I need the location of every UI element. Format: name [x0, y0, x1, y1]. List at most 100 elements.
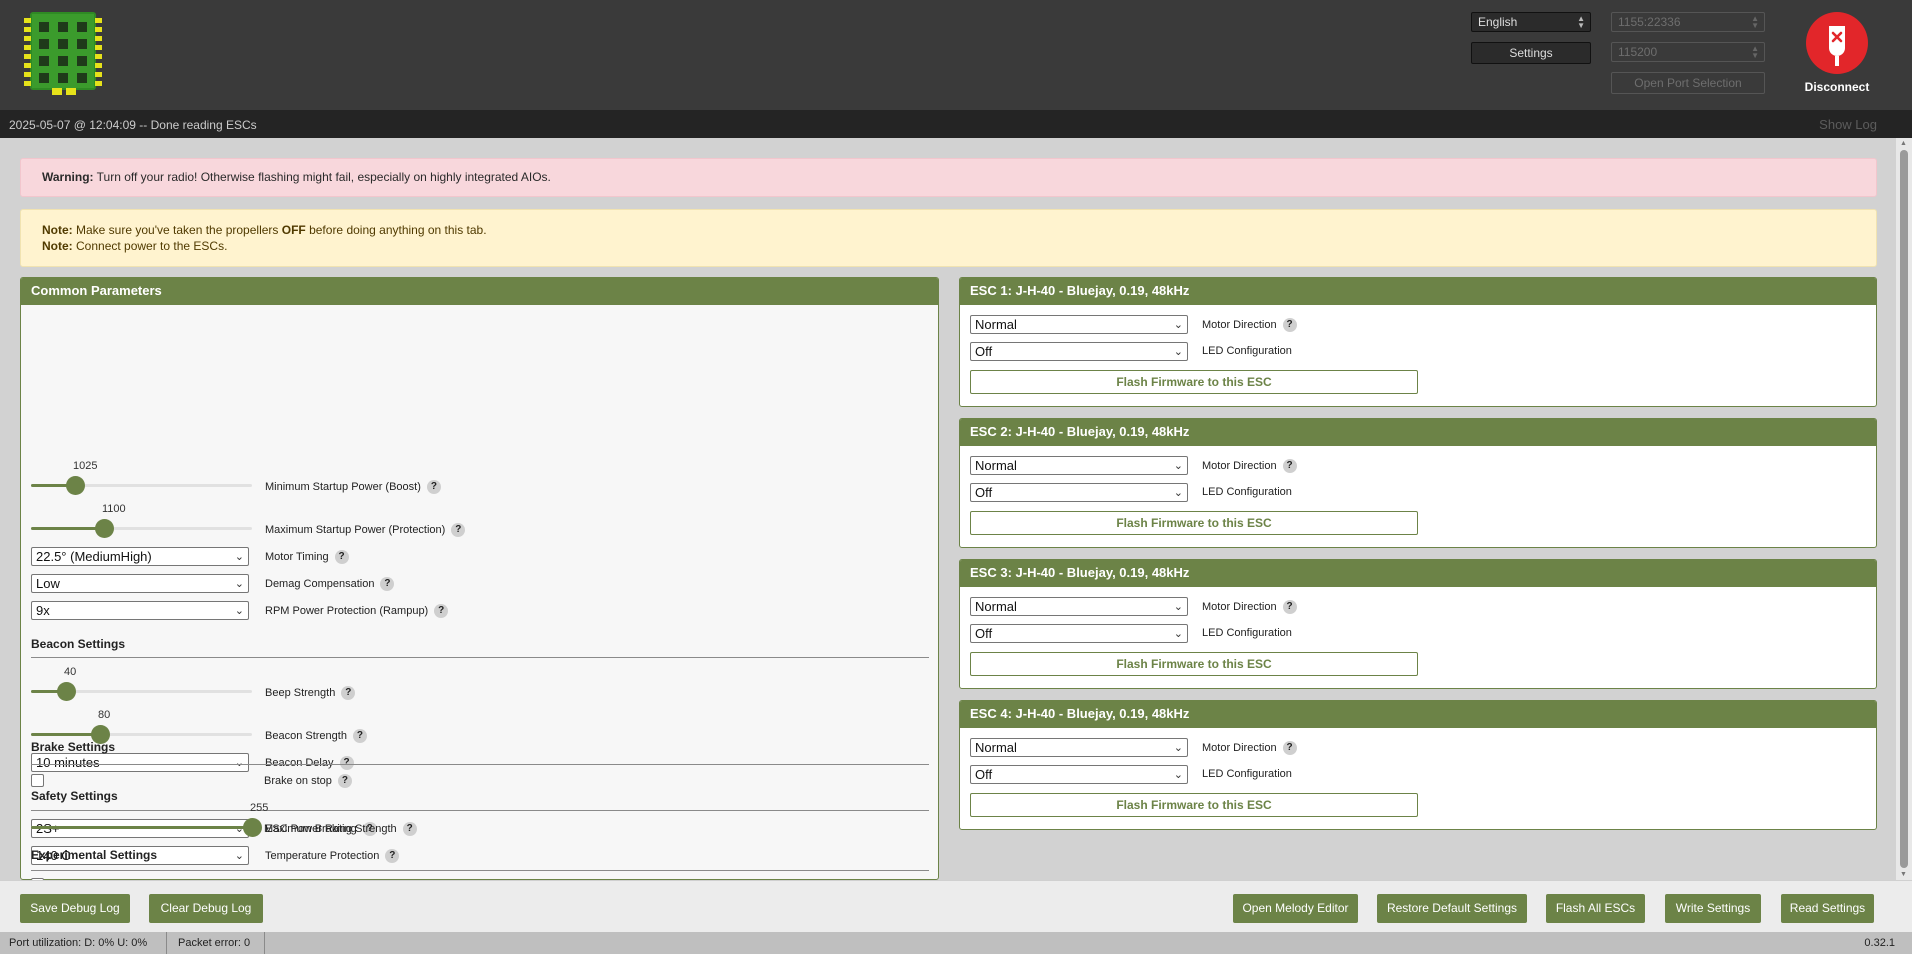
chevron-down-icon: ⌄ — [1173, 460, 1183, 472]
port-utilization: Port utilization: D: 0% U: 0% — [9, 937, 148, 949]
status-bar: 2025-05-07 @ 12:04:09 -- Done reading ES… — [0, 110, 1912, 138]
note-banner: Note: Make sure you've taken the propell… — [20, 209, 1877, 267]
footer-status: Port utilization: D: 0% U: 0% Packet err… — [0, 932, 1912, 954]
label-text: Motor Direction — [1202, 459, 1277, 472]
chevron-down-icon: ⌄ — [1173, 769, 1183, 781]
label-text: Beep Strength — [265, 686, 336, 699]
scroll-down-icon[interactable]: ▼ — [1900, 871, 1907, 878]
language-select[interactable]: English ▲ ▼ — [1471, 12, 1591, 32]
help-icon[interactable]: ? — [337, 774, 352, 788]
esc-title: ESC 1: J-H-40 - Bluejay, 0.19, 48kHz — [960, 278, 1876, 305]
led-configuration-select[interactable]: Off ⌄ — [970, 765, 1188, 784]
app-version: 0.32.1 — [1864, 937, 1895, 949]
slider-fill — [31, 527, 104, 530]
usb-disconnect-icon — [1829, 26, 1845, 66]
flash-esc-firmware-button[interactable]: Flash Firmware to this ESC — [970, 370, 1418, 394]
select-value: Low — [36, 576, 60, 591]
help-icon[interactable]: ? — [426, 480, 441, 494]
section-divider — [31, 764, 929, 765]
slider-thumb[interactable] — [95, 519, 114, 538]
motor-direction-select[interactable]: Normal ⌄ — [970, 315, 1188, 334]
help-icon[interactable]: ? — [434, 604, 449, 618]
panel-title: Common Parameters — [21, 278, 938, 305]
help-icon[interactable]: ? — [451, 523, 466, 537]
select-value: Off — [975, 344, 993, 359]
slider-thumb[interactable] — [57, 682, 76, 701]
motor-direction-select[interactable]: Normal ⌄ — [970, 456, 1188, 475]
select-value: Normal — [975, 740, 1017, 755]
language-select-value: English — [1478, 15, 1518, 29]
flash-esc-firmware-button[interactable]: Flash Firmware to this ESC — [970, 793, 1418, 817]
label-text: Motor Direction — [1202, 600, 1277, 613]
help-icon[interactable]: ? — [1282, 318, 1297, 332]
demag-compensation-select[interactable]: Low ⌄ — [31, 574, 249, 593]
clear-debug-log-button[interactable]: Clear Debug Log — [149, 894, 263, 923]
save-debug-log-button[interactable]: Save Debug Log — [20, 894, 130, 923]
scroll-up-icon[interactable]: ▲ — [1900, 140, 1907, 147]
led-configuration-label: LED Configuration — [1202, 345, 1292, 357]
select-value: Off — [975, 767, 993, 782]
chevron-down-icon: ⌄ — [1173, 487, 1183, 499]
slider-thumb[interactable] — [66, 476, 85, 495]
label-text: LED Configuration — [1202, 627, 1292, 639]
settings-button[interactable]: Settings — [1471, 42, 1591, 64]
label-text: RPM Power Protection (Rampup) — [265, 604, 429, 617]
esc-title: ESC 2: J-H-40 - Bluejay, 0.19, 48kHz — [960, 419, 1876, 446]
open-port-selection-button[interactable]: Open Port Selection — [1611, 72, 1765, 94]
label-text: Maximum Startup Power (Protection) — [265, 523, 446, 536]
chevron-down-icon: ⌄ — [234, 551, 244, 563]
select-value: 22.5° (MediumHigh) — [36, 549, 152, 564]
scrollbar-thumb[interactable] — [1900, 150, 1908, 868]
footer-divider — [264, 932, 265, 954]
demag-compensation-label: Demag Compensation? — [265, 577, 395, 591]
motor-timing-select[interactable]: 22.5° (MediumHigh) ⌄ — [31, 547, 249, 566]
brake-settings-area: Brake Settings Brake on stop? 255 Maximu… — [21, 740, 938, 880]
esc-1-panel: ESC 1: J-H-40 - Bluejay, 0.19, 48kHz Norm… — [959, 277, 1877, 407]
note-text: Connect power to the ESCs. — [72, 239, 228, 253]
read-settings-button[interactable]: Read Settings — [1781, 894, 1874, 923]
show-log-link[interactable]: Show Log — [1819, 117, 1877, 132]
led-configuration-select[interactable]: Off ⌄ — [970, 342, 1188, 361]
help-icon[interactable]: ? — [1282, 600, 1297, 614]
note-strong: Note: — [42, 239, 73, 253]
brake-on-stop-checkbox[interactable] — [31, 774, 44, 787]
packet-error: Packet error: 0 — [178, 937, 251, 949]
port-select-value: 1155:22336 — [1618, 15, 1681, 29]
led-configuration-select[interactable]: Off ⌄ — [970, 624, 1188, 643]
slider-value: 1100 — [102, 503, 126, 515]
help-icon[interactable]: ? — [380, 577, 395, 591]
esc-4-panel: ESC 4: J-H-40 - Bluejay, 0.19, 48kHz Norm… — [959, 700, 1877, 830]
flash-esc-firmware-button[interactable]: Flash Firmware to this ESC — [970, 652, 1418, 676]
chevron-down-icon: ⌄ — [1173, 601, 1183, 613]
motor-direction-select[interactable]: Normal ⌄ — [970, 738, 1188, 757]
help-icon[interactable]: ? — [334, 550, 349, 564]
baud-select[interactable]: 115200 ▲ ▼ — [1611, 42, 1765, 62]
note-line-2: Note: Connect power to the ESCs. — [42, 238, 1876, 254]
page-scrollbar[interactable]: ▲ ▼ — [1896, 138, 1912, 880]
disconnect-button[interactable] — [1806, 12, 1868, 74]
motor-direction-select[interactable]: Normal ⌄ — [970, 597, 1188, 616]
slider-fill — [31, 733, 100, 736]
rpm-power-protection-select[interactable]: 9x ⌄ — [31, 601, 249, 620]
help-icon[interactable]: ? — [1282, 459, 1297, 473]
flash-esc-firmware-button[interactable]: Flash Firmware to this ESC — [970, 511, 1418, 535]
led-configuration-label: LED Configuration — [1202, 486, 1292, 498]
led-configuration-label: LED Configuration — [1202, 627, 1292, 639]
max-braking-strength-label: Maximum Braking Strength? — [264, 822, 417, 836]
flash-all-escs-button[interactable]: Flash All ESCs — [1546, 894, 1645, 923]
write-settings-button[interactable]: Write Settings — [1665, 894, 1761, 923]
motor-timing-label: Motor Timing? — [265, 550, 349, 564]
open-melody-editor-button[interactable]: Open Melody Editor — [1233, 894, 1358, 923]
port-select[interactable]: 1155:22336 ▲ ▼ — [1611, 12, 1765, 32]
help-icon[interactable]: ? — [341, 686, 356, 700]
help-icon[interactable]: ? — [402, 822, 417, 836]
brake-settings-title: Brake Settings — [31, 740, 116, 754]
help-icon[interactable]: ? — [1282, 741, 1297, 755]
disconnect-label[interactable]: Disconnect — [1790, 80, 1884, 94]
motor-direction-label: Motor Direction? — [1202, 459, 1297, 473]
restore-default-settings-button[interactable]: Restore Default Settings — [1377, 894, 1527, 923]
led-configuration-select[interactable]: Off ⌄ — [970, 483, 1188, 502]
slider-thumb[interactable] — [243, 818, 262, 837]
slider-value: 1025 — [73, 460, 98, 472]
slider-value: 255 — [250, 802, 269, 814]
